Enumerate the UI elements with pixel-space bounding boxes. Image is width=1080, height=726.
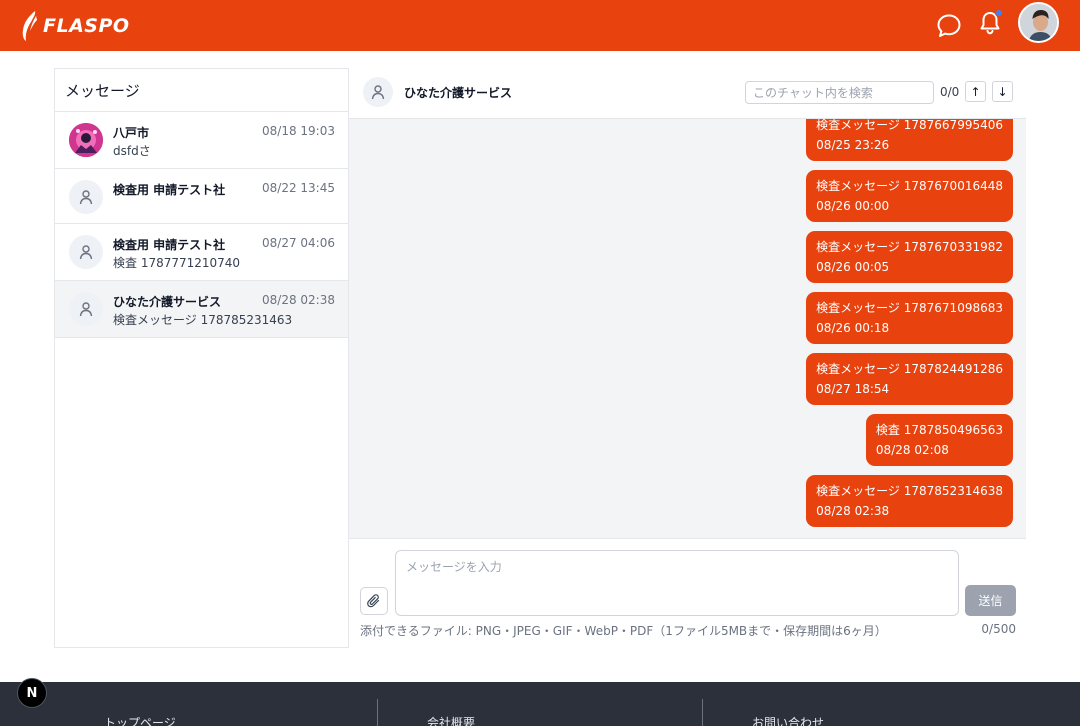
avatar-photo-icon [1020,4,1057,41]
attach-file-button[interactable] [360,587,388,615]
message-bubble: 検査メッセージ 1787667995406 08/25 23:26 [806,119,1013,161]
arrow-up-icon: ↑ [970,84,981,99]
conversation-name: 検査用 申請テスト社 [113,238,226,252]
conversation-avatar [69,123,103,157]
footer-divider [702,699,703,726]
chat-search-input[interactable] [745,81,934,104]
attachment-note: 添付できるファイル: PNG・JPEG・GIF・WebP・PDF（1ファイル5M… [360,624,887,638]
user-icon [79,190,93,205]
message-input[interactable] [395,550,959,616]
flaspo-logo[interactable]: FLASPO [20,10,130,42]
chat-title: ひなた介護サービス [404,86,513,100]
message-time: 08/28 02:38 [816,504,890,518]
message-bubble: 検査メッセージ 1787670016448 08/26 00:00 [806,170,1013,222]
footer-link-company[interactable]: 会社概要 [427,714,475,726]
chat-icon[interactable] [936,13,962,39]
footer-link-contact[interactable]: お問い合わせ [752,714,824,726]
message-text: 検査メッセージ 1787670331982 [816,240,1003,254]
paperclip-icon [367,594,380,608]
conversation-preview: 検査メッセージ 178785231463 [113,313,293,327]
message-bubble: 検査 1787850496563 08/28 02:08 [865,414,1013,466]
message-bubble: 検査メッセージ 1787670331982 08/26 00:05 [806,231,1013,283]
site-footer: トップページ 会社概要 お問い合わせ [0,682,1080,726]
user-icon [79,245,93,260]
notification-dot [995,9,1003,17]
conversation-name: 検査用 申請テスト社 [113,183,226,197]
conversation-name: 八戸市 [113,126,150,140]
conversation-avatar [69,292,103,326]
conversation-date: 08/18 19:03 [262,124,335,138]
conversation-sidebar: メッセージ 八戸市 08/18 19:03 dsfdさ 検査用 申請テスト社 0… [54,68,349,648]
message-time: 08/28 02:08 [875,443,949,457]
sidebar-title: メッセージ [55,69,348,112]
message-composer: 送信 添付できるファイル: PNG・JPEG・GIF・WebP・PDF（1ファイ… [349,538,1026,648]
message-bubble: 検査メッセージ 1787852314638 08/28 02:38 [806,475,1013,527]
search-next-button[interactable]: ↓ [992,81,1013,102]
message-time: 08/26 00:00 [816,199,890,213]
message-text: 検査 1787850496563 [875,423,1003,437]
conversation-name: ひなた介護サービス [113,295,222,309]
user-avatar[interactable] [1018,2,1059,43]
flame-icon [22,11,37,41]
message-time: 08/25 23:26 [816,138,890,152]
message-text: 検査メッセージ 1787852314638 [816,484,1003,498]
message-bubble: 検査メッセージ 1787671098683 08/26 00:18 [806,292,1013,344]
message-time: 08/27 18:54 [816,382,890,396]
conversation-date: 08/27 04:06 [262,236,335,250]
mascot-image-icon [69,123,103,157]
chat-header: ひなた介護サービス 0/0 ↑ ↓ [349,68,1026,119]
send-button[interactable]: 送信 [965,585,1016,616]
conversation-date: 08/22 13:45 [262,181,335,195]
char-counter: 0/500 [981,622,1016,636]
conversation-avatar [69,180,103,214]
conversation-item[interactable]: 検査用 申請テスト社 08/27 04:06 検査 1787771210740 [55,224,348,281]
message-time: 08/26 00:05 [816,260,890,274]
arrow-down-icon: ↓ [997,84,1008,99]
message-list[interactable]: 検査メッセージ 1787667995406 08/25 23:26 検査メッセー… [349,119,1026,538]
user-icon [79,302,93,317]
conversation-avatar [69,235,103,269]
message-text: 検査メッセージ 1787670016448 [816,179,1003,193]
message-text: 検査メッセージ 1787824491286 [816,362,1003,376]
conversation-item[interactable]: 検査用 申請テスト社 08/22 13:45 [55,169,348,224]
search-prev-button[interactable]: ↑ [965,81,986,102]
conversation-date: 08/28 02:38 [262,293,335,307]
conversation-preview: dsfdさ [113,144,151,158]
user-icon [371,85,385,100]
message-text: 検査メッセージ 1787671098683 [816,301,1003,315]
logo-text: FLASPO [43,15,130,37]
dev-tools-badge[interactable]: N [17,678,47,708]
conversation-item[interactable]: 八戸市 08/18 19:03 dsfdさ [55,112,348,169]
search-match-count: 0/0 [940,85,960,99]
message-bubble: 検査メッセージ 1787824491286 08/27 18:54 [806,353,1013,405]
message-text: 検査メッセージ 1787667995406 [816,119,1003,132]
conversation-preview: 検査 1787771210740 [113,256,241,270]
footer-divider [377,699,378,726]
message-time: 08/26 00:18 [816,321,890,335]
footer-link-top[interactable]: トップページ [104,714,176,726]
conversation-item-active[interactable]: ひなた介護サービス 08/28 02:38 検査メッセージ 1787852314… [55,281,348,338]
chat-partner-avatar [363,77,393,107]
app-header: FLASPO [0,0,1080,51]
